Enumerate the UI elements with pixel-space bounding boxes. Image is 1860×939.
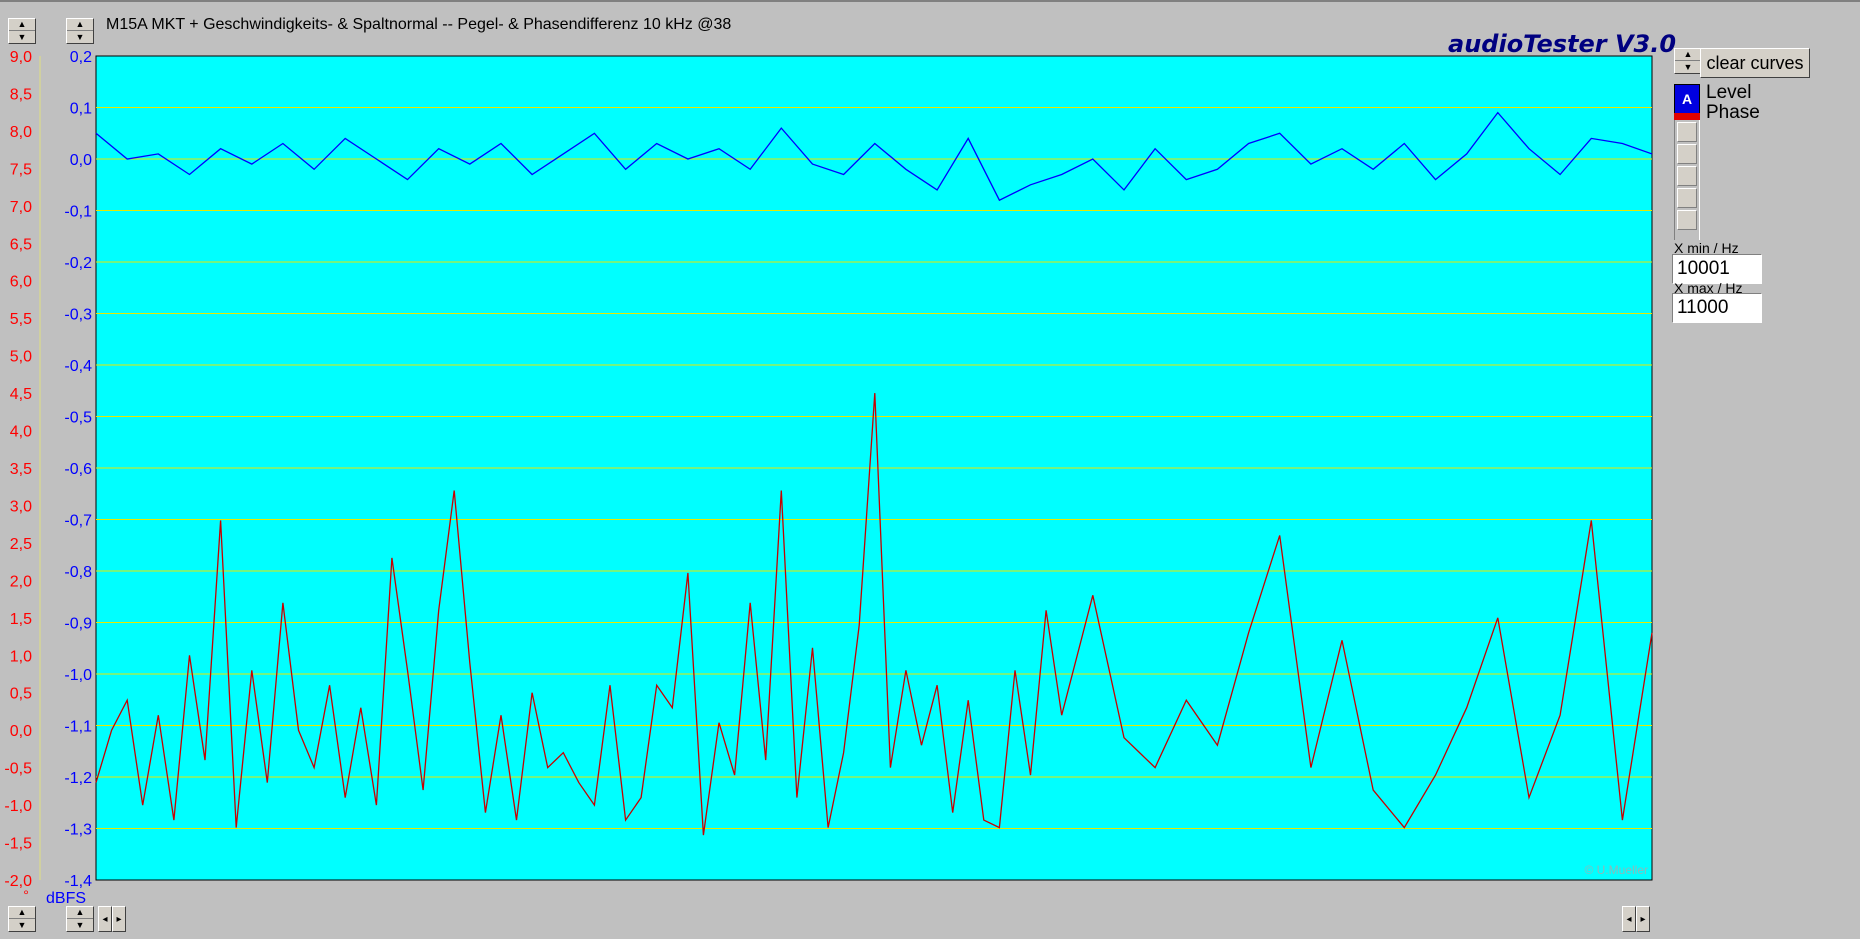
right-tick-label: -0,1 [64, 204, 92, 221]
spin-up-icon: ▲ [67, 907, 93, 919]
right-tick-label: -0,8 [64, 564, 92, 581]
right-tick-label: -1,3 [64, 822, 92, 839]
arrow-left-icon: ◂ [102, 913, 108, 925]
curve-spinner[interactable]: ▲ ▼ [1674, 48, 1702, 74]
right-tick-label: 0,0 [70, 152, 92, 169]
left-tick-label: 2,5 [10, 536, 32, 553]
left-tick-label: 9,0 [10, 49, 32, 66]
scroll-left-button[interactable]: ◂ [1622, 906, 1636, 932]
spin-down-icon: ▼ [75, 919, 85, 930]
left-tick-label: 7,0 [10, 199, 32, 216]
channel-a-button[interactable]: A [1674, 84, 1700, 114]
left-tick-label: -1,5 [4, 836, 32, 853]
bottom-right-spinner[interactable]: ▲ ▼ [66, 906, 94, 932]
left-tick-label: 2,0 [10, 573, 32, 590]
channel-b-indicator[interactable] [1674, 113, 1700, 120]
chart-svg: 9,0 8,5 8,0 7,5 7,0 6,5 6,0 5,5 5,0 4,5 4,0 3,5 3,0 2… [4, 49, 1653, 907]
right-tick-label: -1,1 [64, 719, 92, 736]
right-tick-label: -0,5 [64, 410, 92, 427]
left-tick-label: 3,0 [10, 498, 32, 515]
left-tick-label: 1,0 [10, 648, 32, 665]
arrow-left-icon: ◂ [1626, 913, 1632, 925]
curve-slot[interactable] [1677, 210, 1697, 230]
left-tick-label: 4,0 [10, 424, 32, 441]
spin-down-icon: ▼ [17, 919, 27, 930]
right-unit-label: dBFS [46, 890, 86, 907]
right-tick-label: -0,7 [64, 513, 92, 530]
left-tick-label: 4,5 [10, 386, 32, 403]
legend-phase: Phase [1706, 102, 1760, 123]
left-unit-label: ° [23, 887, 29, 903]
right-tick-label: -0,6 [64, 461, 92, 478]
right-tick-label: -1,4 [64, 873, 92, 890]
watermark: © U.Mueller [1584, 863, 1648, 877]
right-tick-label: -1,2 [64, 770, 92, 787]
left-tick-label: 8,5 [10, 86, 32, 103]
left-tick-label: 3,5 [10, 461, 32, 478]
scroll-right-button[interactable]: ▸ [112, 906, 126, 932]
left-tick-label: 5,5 [10, 311, 32, 328]
scroll-right-button[interactable]: ▸ [1636, 906, 1650, 932]
spin-up-icon: ▲ [9, 907, 35, 919]
right-tick-label: -0,4 [64, 358, 92, 375]
curve-slot[interactable] [1677, 144, 1697, 164]
right-tick-label: -0,9 [64, 616, 92, 633]
curve-slot[interactable] [1677, 166, 1697, 186]
arrow-right-icon: ▸ [116, 913, 122, 925]
right-tick-label: 0,2 [70, 49, 92, 66]
right-tick-label: -1,0 [64, 667, 92, 684]
left-tick-label: 6,5 [10, 236, 32, 253]
left-tick-label: 8,0 [10, 124, 32, 141]
left-tick-label: 0,0 [10, 723, 32, 740]
right-tick-label: -0,3 [64, 307, 92, 324]
scroll-left-button[interactable]: ◂ [98, 906, 112, 932]
clear-curves-button[interactable]: clear curves [1700, 48, 1810, 78]
right-tick-label: 0,1 [70, 101, 92, 118]
spin-down-icon: ▼ [1683, 61, 1693, 72]
spin-up-icon: ▲ [1675, 49, 1701, 61]
left-tick-label: 7,5 [10, 161, 32, 178]
chart-area: 9,0 8,5 8,0 7,5 7,0 6,5 6,0 5,5 5,0 4,5 4,0 3,5 3,0 2… [0, 0, 1860, 934]
curve-slot[interactable] [1677, 188, 1697, 208]
legend-level: Level [1706, 82, 1752, 103]
left-tick-label: -1,0 [4, 798, 32, 815]
curve-slot-list[interactable] [1674, 120, 1700, 240]
bottom-left-spinner[interactable]: ▲ ▼ [8, 906, 36, 932]
left-tick-label: 0,5 [10, 686, 32, 703]
left-tick-label: 1,5 [10, 611, 32, 628]
right-tick-label: -0,2 [64, 255, 92, 272]
left-tick-label: 5,0 [10, 349, 32, 366]
arrow-right-icon: ▸ [1640, 913, 1646, 925]
left-tick-label: 6,0 [10, 274, 32, 291]
xmax-input[interactable] [1672, 293, 1762, 323]
curve-slot[interactable] [1677, 122, 1697, 142]
left-tick-label: -0,5 [4, 761, 32, 778]
